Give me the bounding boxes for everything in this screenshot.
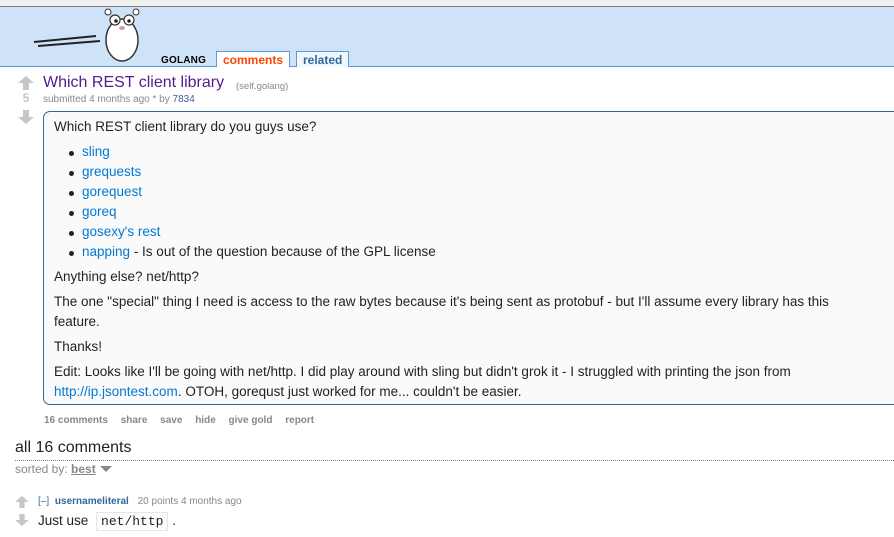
selftext-question: Anything else? net/http?	[54, 269, 199, 284]
comment-tagline: [–] usernameliteral 20 points 4 months a…	[38, 496, 242, 507]
bullet	[69, 171, 74, 176]
list-item: napping - Is out of the question because…	[69, 244, 436, 259]
selftext-special-line-1: The one "special" thing I need is access…	[54, 294, 829, 309]
tab-related[interactable]: related	[296, 51, 350, 67]
post-tagline-text: submitted 4 months ago * by	[43, 94, 170, 105]
subreddit-name[interactable]: GOLANG	[161, 55, 206, 66]
selftext-thanks: Thanks!	[54, 339, 103, 354]
tab-comments[interactable]: comments	[216, 51, 291, 67]
give-gold-button[interactable]: give gold	[229, 415, 273, 426]
list-item: gorequest	[69, 184, 142, 199]
bullet	[69, 231, 74, 236]
edit-tail: . OTOH, gorequst just worked for me... c…	[177, 384, 522, 399]
chevron-down-icon[interactable]	[100, 466, 112, 472]
downvote-arrow-icon[interactable]	[18, 110, 34, 124]
sort-label: sorted by:	[15, 462, 68, 476]
jsontest-link[interactable]: http://ip.jsontest.com	[54, 384, 178, 399]
downvote-arrow-icon[interactable]	[15, 514, 29, 526]
list-item-note: - Is out of the question because of the …	[130, 244, 436, 259]
post-author-link[interactable]: 7834	[173, 94, 195, 105]
share-button[interactable]: share	[121, 415, 148, 426]
upvote-arrow-icon[interactable]	[18, 76, 34, 90]
save-button[interactable]: save	[160, 415, 182, 426]
library-link[interactable]: goreq	[82, 204, 117, 219]
post-title[interactable]: Which REST client library	[43, 74, 224, 92]
comment-body: Just use net/http .	[38, 512, 176, 531]
comment-vote-column	[15, 496, 33, 532]
hide-button[interactable]: hide	[195, 415, 216, 426]
upvote-arrow-icon[interactable]	[15, 496, 29, 508]
selftext-intro: Which REST client library do you guys us…	[54, 119, 317, 134]
post-tagline: submitted 4 months ago * by 7834	[43, 94, 195, 105]
comments-title: all 16 comments	[15, 439, 132, 456]
subreddit-header: GOLANG comments related	[0, 0, 894, 67]
library-link[interactable]: gorequest	[82, 184, 142, 199]
comment-author-link[interactable]: usernameliteral	[55, 496, 129, 507]
library-link[interactable]: grequests	[82, 164, 141, 179]
post-domain[interactable]: (self.golang)	[236, 81, 288, 92]
bullet	[69, 211, 74, 216]
comment-code: net/http	[96, 512, 169, 531]
collapse-toggle[interactable]: [–]	[38, 496, 49, 507]
post-selftext: Which REST client library do you guys us…	[43, 111, 894, 405]
gopher-logo-icon[interactable]	[30, 6, 140, 64]
sort-value[interactable]: best	[71, 462, 96, 476]
selftext-special-line-2: feature.	[54, 314, 100, 329]
list-item: sling	[69, 144, 110, 159]
list-item: goreq	[69, 204, 117, 219]
post-vote-column: 5	[15, 76, 37, 126]
comment-text: Just use	[38, 513, 89, 528]
post-buttons: 16 comments share save hide give gold re…	[44, 415, 324, 426]
bullet	[69, 151, 74, 156]
list-item: gosexy's rest	[69, 224, 160, 239]
comment-meta: 20 points 4 months ago	[137, 496, 242, 507]
post-score: 5	[22, 91, 30, 105]
comments-button[interactable]: 16 comments	[44, 415, 108, 426]
bullet	[69, 191, 74, 196]
selftext-edit-line-2: http://ip.jsontest.com. OTOH, gorequst j…	[54, 384, 522, 399]
divider	[15, 460, 894, 461]
bullet	[69, 251, 74, 256]
report-button[interactable]: report	[285, 415, 314, 426]
sort-selector[interactable]: sorted by: best	[15, 462, 96, 476]
selftext-edit-line-1: Edit: Looks like I'll be going with net/…	[54, 364, 791, 379]
library-link[interactable]: sling	[82, 144, 110, 159]
library-link[interactable]: napping	[82, 244, 130, 259]
library-link[interactable]: gosexy's rest	[82, 224, 160, 239]
list-item: grequests	[69, 164, 141, 179]
comment-suffix: .	[172, 513, 176, 528]
